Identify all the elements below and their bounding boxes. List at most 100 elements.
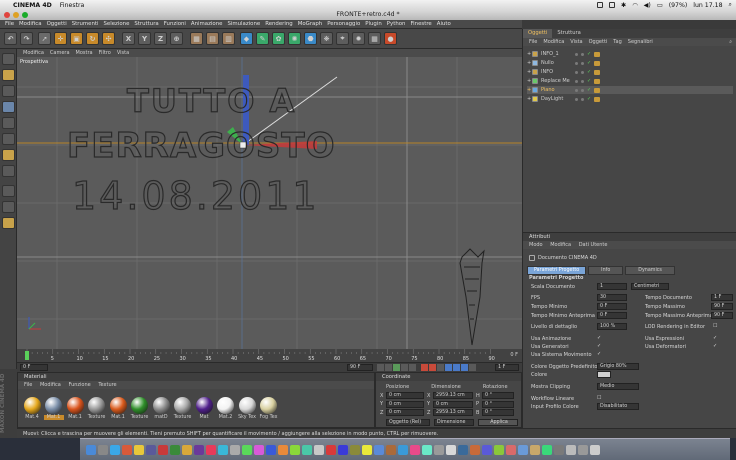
menu-personaggio[interactable]: Personaggio [327, 21, 360, 27]
subtab-info[interactable]: Info [588, 266, 624, 275]
attr-menu-modo[interactable]: Modo [529, 242, 543, 248]
timeline-ruler[interactable]: 051015202530354045505560657075808590 [17, 349, 522, 362]
dock-app-icon[interactable] [254, 444, 264, 455]
coord-position-field[interactable]: 0 cm [386, 400, 424, 408]
key-rotation-icon[interactable] [461, 364, 468, 371]
scala-field[interactable]: 1 [597, 283, 627, 290]
dock-app-icon[interactable] [470, 444, 480, 455]
lod-checkbox[interactable]: ☐ [713, 324, 718, 329]
visibility-dot[interactable] [575, 70, 578, 74]
dock-app-icon[interactable] [182, 444, 192, 455]
vp-menu-camera[interactable]: Camera [50, 50, 70, 56]
object-name[interactable]: Nullo [541, 60, 554, 66]
tempo-min-ant-field[interactable]: 0 F [597, 312, 627, 319]
object-row[interactable]: + Nullo ✓ [527, 59, 733, 67]
polygons-mode-icon[interactable] [2, 133, 15, 145]
visibility-dot[interactable] [575, 79, 578, 83]
key-scale-icon[interactable] [453, 364, 460, 371]
render-settings-icon[interactable]: ▥ [222, 32, 235, 45]
goto-start-icon[interactable] [377, 364, 384, 371]
dock-app-icon[interactable] [374, 444, 384, 455]
profilo-select[interactable]: Disabilitato [597, 403, 639, 410]
prev-frame-icon[interactable] [385, 364, 392, 371]
menu-mograph[interactable]: MoGraph [298, 21, 322, 27]
object-name[interactable]: INFO_1 [541, 51, 559, 57]
timeline-playhead[interactable] [25, 351, 29, 360]
tempo-doc-field[interactable]: 1 F [711, 294, 733, 301]
coord-rotation-field[interactable]: 0 ° [482, 409, 514, 416]
dock-app-icon[interactable] [494, 444, 504, 455]
undo-icon[interactable]: ↶ [4, 32, 17, 45]
next-frame-icon[interactable] [401, 364, 408, 371]
rotate-tool-icon[interactable]: ↻ [86, 32, 99, 45]
material-item[interactable]: Mat.2 [216, 397, 236, 420]
scene-icon[interactable]: ❋ [320, 32, 333, 45]
viewport-perspective[interactable]: TUTTO A FERRAGOSTO 14.08.2011 Prospettiv… [17, 57, 522, 349]
dock-app-icon[interactable] [314, 444, 324, 455]
dropbox-icon[interactable] [597, 2, 604, 8]
coord-dimension-field[interactable]: 2959.13 cm [433, 409, 473, 416]
mat-menu-texture[interactable]: Texture [98, 382, 116, 388]
dock-app-icon[interactable] [350, 444, 360, 455]
obj-menu-vista[interactable]: Vista [570, 38, 582, 46]
tab-struttura[interactable]: Struttura [552, 29, 585, 38]
menu-plugin[interactable]: Plugin [365, 21, 382, 27]
object-tag-icon[interactable] [594, 78, 601, 84]
menu-animazione[interactable]: Animazione [191, 21, 223, 27]
fps-field[interactable]: 30 [597, 294, 627, 301]
render-picture-viewer-icon[interactable]: ▤ [206, 32, 219, 45]
snap-icon[interactable] [2, 185, 15, 197]
current-frame-field[interactable]: 1 F [495, 364, 519, 371]
camera-icon[interactable]: ⌖ [336, 32, 349, 45]
menu-strumenti[interactable]: Strumenti [72, 21, 99, 27]
dock-app-icon[interactable] [434, 444, 444, 455]
dock-app-icon[interactable] [422, 444, 432, 455]
dock-app-icon[interactable] [218, 444, 228, 455]
dock-app-icon[interactable] [194, 444, 204, 455]
clock[interactable]: lun 17.18 [693, 2, 722, 9]
obj-menu-oggetti[interactable]: Oggetti [589, 38, 608, 46]
attr-menu-modifica[interactable]: Modifica [550, 242, 571, 248]
menu-modifica[interactable]: Modifica [19, 21, 42, 27]
spline-pen-icon[interactable]: ✎ [256, 32, 269, 45]
enabled-check-icon[interactable]: ✓ [587, 78, 591, 84]
mat-menu-funzione[interactable]: Funzione [68, 382, 90, 388]
menu-file[interactable]: File [5, 21, 14, 27]
mac-menu-finestra[interactable]: Finestra [60, 2, 85, 9]
menu-funzioni[interactable]: Funzioni [164, 21, 186, 27]
dock-app-icon[interactable] [110, 444, 120, 455]
axis-x-button[interactable]: X [122, 32, 135, 45]
render-dot[interactable] [581, 70, 584, 74]
obj-menu-tag[interactable]: Tag [613, 38, 621, 46]
dock-app-icon[interactable] [242, 444, 252, 455]
dock-app-icon[interactable] [158, 444, 168, 455]
move-tool-icon[interactable]: ✛ [54, 32, 67, 45]
object-name[interactable]: Piano [541, 87, 555, 93]
dock-app-icon[interactable] [302, 444, 312, 455]
usa-generatori-checkbox[interactable]: ✓ [597, 344, 602, 349]
material-item[interactable]: Sky Tex [237, 397, 257, 420]
dock-app-icon[interactable] [326, 444, 336, 455]
workplane-icon[interactable] [2, 201, 15, 213]
coord-system-icon[interactable]: ⊕ [170, 32, 183, 45]
menu-struttura[interactable]: Struttura [134, 21, 158, 27]
dock-app-icon[interactable] [266, 444, 276, 455]
edges-mode-icon[interactable] [2, 117, 15, 129]
array-icon[interactable]: ✺ [288, 32, 301, 45]
coord-dimension-field[interactable]: 2959.13 cm [433, 392, 473, 399]
scale-tool-icon[interactable]: ▣ [70, 32, 83, 45]
lock-workplane-icon[interactable] [2, 217, 15, 229]
dock-app-icon[interactable] [338, 444, 348, 455]
object-row[interactable]: + INFO_1 ✓ [527, 50, 733, 58]
close-window-icon[interactable] [4, 12, 10, 18]
obj-menu-file[interactable]: File [529, 38, 537, 46]
render-dot[interactable] [581, 97, 584, 101]
redo-icon[interactable]: ↷ [20, 32, 33, 45]
battery-icon[interactable]: ▭ [657, 2, 663, 9]
dock-app-icon[interactable] [362, 444, 372, 455]
vp-menu-filtro[interactable]: Filtro [99, 50, 111, 56]
menu-oggetti[interactable]: Oggetti [47, 21, 67, 27]
key-position-icon[interactable] [445, 364, 452, 371]
dock-app-icon[interactable] [170, 444, 180, 455]
nurbs-icon[interactable]: ✿ [272, 32, 285, 45]
